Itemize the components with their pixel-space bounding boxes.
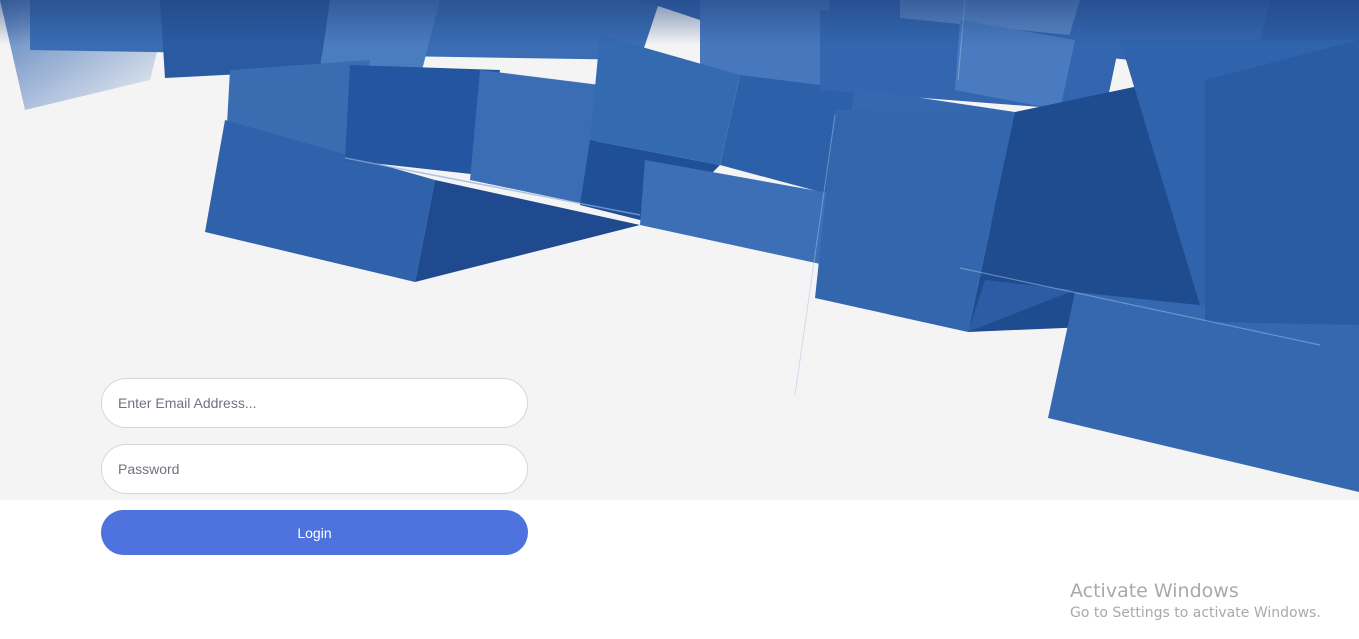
watermark-title: Activate Windows <box>1070 580 1239 602</box>
login-page: Login Activate Windows Go to Settings to… <box>0 0 1359 639</box>
watermark-subtitle: Go to Settings to activate Windows. <box>1070 605 1321 621</box>
activate-windows-watermark: Activate Windows Go to Settings to activ… <box>1070 579 1321 623</box>
login-button[interactable]: Login <box>101 510 528 555</box>
email-input[interactable] <box>101 378 528 428</box>
password-input[interactable] <box>101 444 528 494</box>
